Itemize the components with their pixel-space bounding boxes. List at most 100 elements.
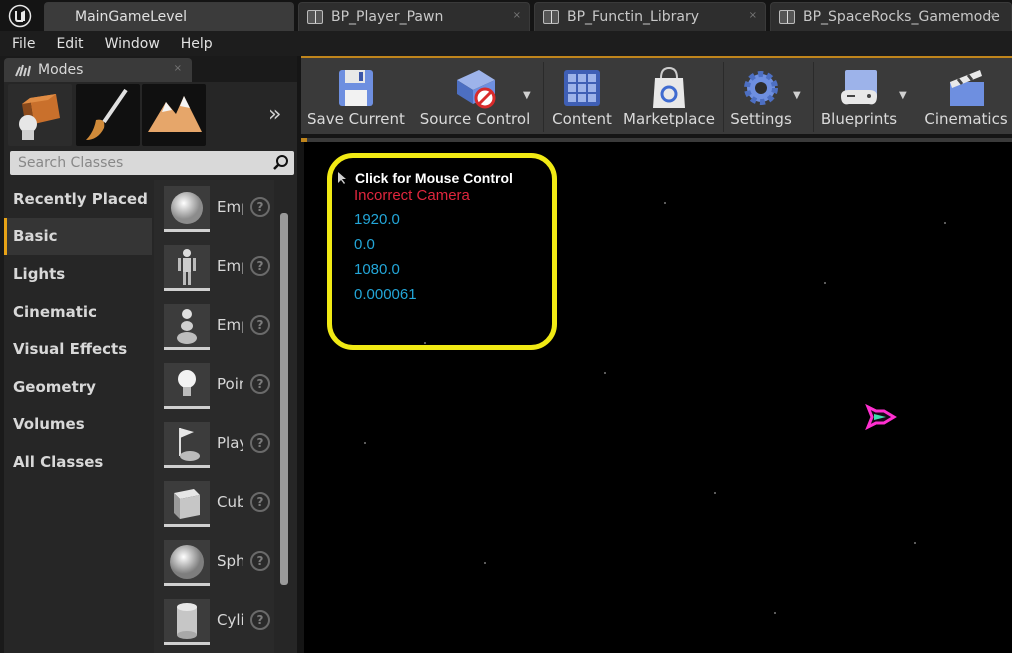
menu-window[interactable]: Window bbox=[105, 36, 160, 52]
tab-label: BP_Functin_Library bbox=[567, 9, 699, 25]
star bbox=[944, 222, 946, 224]
source-control-label: Source Control bbox=[419, 110, 531, 128]
cursor-icon bbox=[338, 172, 346, 184]
search-input[interactable] bbox=[10, 151, 265, 175]
star bbox=[774, 612, 776, 614]
cinematics-label: Cinematics bbox=[924, 110, 1008, 128]
save-current-button[interactable]: Save Current bbox=[307, 60, 405, 134]
category-geometry[interactable]: Geometry bbox=[4, 368, 152, 406]
star bbox=[714, 492, 716, 494]
gear-icon bbox=[744, 71, 778, 105]
cinematics-button[interactable]: Cinematics bbox=[921, 60, 1011, 134]
debug-value: 1080.0 bbox=[354, 261, 400, 278]
level-viewport[interactable]: Click for Mouse Control Incorrect Camera… bbox=[304, 142, 1012, 653]
help-icon[interactable]: ? bbox=[250, 551, 270, 571]
debug-value: 0.000061 bbox=[354, 286, 417, 303]
list-item[interactable]: Empty Actor ? bbox=[160, 182, 274, 236]
list-item[interactable]: Player Start ? bbox=[160, 418, 274, 472]
list-item[interactable]: Cube ? bbox=[160, 477, 274, 531]
search-box[interactable] bbox=[10, 151, 294, 175]
settings-label: Settings bbox=[730, 110, 792, 128]
class-list: Empty Actor ? Empty Character ? Empty Pa… bbox=[154, 180, 274, 653]
class-name: Cylinder bbox=[217, 611, 243, 629]
star bbox=[484, 562, 486, 564]
category-volumes[interactable]: Volumes bbox=[4, 406, 152, 444]
help-icon[interactable]: ? bbox=[250, 492, 270, 512]
category-all-classes[interactable]: All Classes bbox=[4, 443, 152, 481]
menu-edit[interactable]: Edit bbox=[56, 36, 83, 52]
mouse-control-hint[interactable]: Click for Mouse Control bbox=[355, 170, 513, 186]
chevron-right-double-icon[interactable]: » bbox=[268, 102, 281, 127]
source-control-icon bbox=[457, 70, 496, 109]
source-control-button[interactable]: Source Control bbox=[411, 60, 539, 134]
chevron-down-icon[interactable]: ▼ bbox=[899, 90, 907, 101]
tab-main-game-level[interactable]: MainGameLevel bbox=[44, 2, 294, 31]
close-icon[interactable]: × bbox=[989, 10, 997, 21]
close-icon[interactable]: × bbox=[174, 63, 182, 74]
tab-label: BP_Player_Pawn bbox=[331, 9, 444, 25]
content-browser-icon bbox=[564, 70, 600, 106]
floppy-disk-icon bbox=[339, 70, 373, 106]
cylinder-icon bbox=[164, 599, 210, 645]
star bbox=[914, 542, 916, 544]
chevron-down-icon[interactable]: ▼ bbox=[793, 90, 801, 101]
landscape-mode-button[interactable] bbox=[142, 84, 206, 146]
content-button[interactable]: Content bbox=[549, 60, 615, 134]
save-label: Save Current bbox=[307, 110, 405, 128]
class-name: Empty Pawn bbox=[217, 316, 243, 334]
list-item[interactable]: Point Light ? bbox=[160, 359, 274, 413]
help-icon[interactable]: ? bbox=[250, 256, 270, 276]
search-icon[interactable] bbox=[272, 154, 290, 172]
close-icon[interactable]: × bbox=[749, 10, 757, 21]
marketplace-button[interactable]: Marketplace bbox=[623, 60, 715, 134]
chevron-down-icon[interactable]: ▼ bbox=[523, 90, 531, 101]
category-lights[interactable]: Lights bbox=[4, 255, 152, 293]
unreal-logo-icon[interactable] bbox=[0, 0, 40, 31]
clapperboard-icon bbox=[950, 70, 984, 106]
settings-button[interactable]: Settings bbox=[729, 60, 793, 134]
menu-file[interactable]: File bbox=[12, 36, 35, 52]
star bbox=[824, 282, 826, 284]
close-icon[interactable]: × bbox=[513, 10, 521, 21]
paint-mode-button[interactable] bbox=[76, 84, 140, 146]
paint-brush-icon bbox=[86, 88, 128, 140]
help-icon[interactable]: ? bbox=[250, 433, 270, 453]
help-icon[interactable]: ? bbox=[250, 610, 270, 630]
tab-bp-function-library[interactable]: BP_Functin_Library × bbox=[534, 2, 766, 31]
category-cinematic[interactable]: Cinematic bbox=[4, 293, 152, 331]
cube-icon bbox=[164, 481, 210, 527]
list-item[interactable]: Empty Character ? bbox=[160, 241, 274, 295]
toolbar-separator bbox=[813, 62, 814, 132]
menu-bar: File Edit Window Help bbox=[0, 31, 1012, 56]
help-icon[interactable]: ? bbox=[250, 374, 270, 394]
class-name: Sphere bbox=[217, 552, 243, 570]
category-recently-placed[interactable]: Recently Placed bbox=[4, 180, 152, 218]
star bbox=[604, 372, 606, 374]
class-name: Cube bbox=[217, 493, 243, 511]
star bbox=[664, 202, 666, 204]
blueprints-button[interactable]: Blueprints bbox=[819, 60, 899, 134]
marketplace-label: Marketplace bbox=[623, 110, 715, 128]
modes-icon bbox=[15, 64, 31, 77]
place-mode-button[interactable] bbox=[8, 84, 72, 146]
class-name: Player Start bbox=[217, 434, 243, 452]
tab-bp-spacerocks-gamemode[interactable]: BP_SpaceRocks_Gamemode × bbox=[770, 2, 1012, 31]
shopping-bag-icon bbox=[653, 66, 685, 108]
content-label: Content bbox=[552, 110, 612, 128]
help-icon[interactable]: ? bbox=[250, 197, 270, 217]
modes-panel-tab[interactable]: Modes × bbox=[4, 58, 192, 82]
class-name: Empty Actor bbox=[217, 198, 243, 216]
list-item[interactable]: Sphere ? bbox=[160, 536, 274, 590]
scrollbar[interactable] bbox=[280, 213, 288, 585]
modes-panel: Modes × » Search Classes Recently Placed… bbox=[0, 56, 297, 653]
menu-help[interactable]: Help bbox=[181, 36, 213, 52]
modes-body: » Recently Placed Basic Lights Cinematic… bbox=[4, 82, 297, 653]
list-item[interactable]: Cylinder ? bbox=[160, 595, 274, 649]
star bbox=[424, 342, 426, 344]
help-icon[interactable]: ? bbox=[250, 315, 270, 335]
list-item[interactable]: Empty Pawn ? bbox=[160, 300, 274, 354]
tab-bp-player-pawn[interactable]: BP_Player_Pawn × bbox=[298, 2, 530, 31]
category-visual-effects[interactable]: Visual Effects bbox=[4, 330, 152, 368]
sphere-icon bbox=[164, 186, 210, 232]
category-basic[interactable]: Basic bbox=[4, 217, 152, 256]
